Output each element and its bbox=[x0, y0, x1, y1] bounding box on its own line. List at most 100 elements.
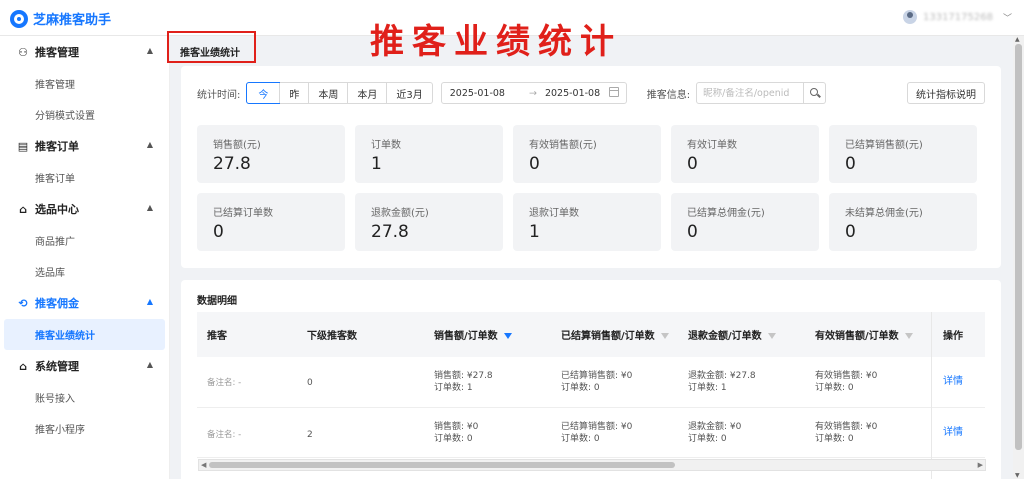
stat-value: 1 bbox=[371, 154, 382, 174]
sidebar-group-commission[interactable]: ⟲ 推客佣金 ▲ bbox=[0, 287, 169, 319]
sidebar-group-system[interactable]: ⌂ 系统管理 ▲ bbox=[0, 350, 169, 382]
scrollbar-thumb[interactable] bbox=[1015, 44, 1022, 450]
stat-label: 退款金额(元) bbox=[371, 208, 429, 219]
stat-card-orders: 订单数 1 bbox=[355, 125, 503, 183]
cell-sub-count: 2 bbox=[307, 430, 313, 440]
date-range-picker[interactable]: 2025-01-08 → 2025-01-08 bbox=[440, 82, 627, 104]
scroll-left-icon[interactable]: ◀ bbox=[201, 461, 206, 469]
column-header-sub-count: 下级推客数 bbox=[307, 331, 357, 342]
order-icon: ▤ bbox=[17, 139, 29, 153]
app-title: 芝麻推客助手 bbox=[33, 13, 112, 28]
stat-label: 已结算销售额(元) bbox=[845, 140, 923, 151]
sidebar-group-label: 系统管理 bbox=[35, 360, 79, 373]
stat-label: 未结算总佣金(元) bbox=[845, 208, 923, 219]
period-this-week[interactable]: 本周 bbox=[308, 83, 347, 103]
chevron-down-icon[interactable]: ﹀ bbox=[1003, 11, 1012, 24]
chevron-up-icon: ▲ bbox=[146, 46, 153, 55]
sidebar-item-mini-program[interactable]: 推客小程序 bbox=[0, 413, 169, 444]
search-input[interactable] bbox=[703, 87, 800, 99]
stat-label: 已结算订单数 bbox=[213, 208, 273, 219]
stat-card-valid-orders: 有效订单数 0 bbox=[671, 125, 819, 183]
horizontal-scrollbar[interactable]: ◀ ▶ bbox=[198, 459, 986, 471]
sidebar-group-product-center[interactable]: ⌂ 选品中心 ▲ bbox=[0, 193, 169, 225]
calendar-icon bbox=[608, 87, 619, 97]
tuike-info-label: 推客信息: bbox=[646, 89, 691, 101]
metric-explain-button[interactable]: 统计指标说明 bbox=[907, 82, 985, 104]
period-selector: 今 昨 本周 本月 近3月 bbox=[246, 82, 433, 104]
cell-sales: 销售额: ¥27.8 订单数: 1 bbox=[434, 371, 493, 393]
avatar[interactable] bbox=[902, 10, 917, 24]
stat-card-refund-orders: 退款订单数 1 bbox=[513, 193, 661, 251]
stat-value: 0 bbox=[687, 154, 698, 174]
period-this-month[interactable]: 本月 bbox=[347, 83, 386, 103]
chevron-up-icon: ▲ bbox=[146, 360, 153, 369]
table-header: 推客 下级推客数 销售额/订单数 已结算销售额/订单数 退款金额/订单数 有效销… bbox=[197, 312, 985, 357]
stat-value: 27.8 bbox=[213, 154, 251, 174]
table-row: 备注名: - 2 销售额: ¥0 订单数: 0 已结算销售额: ¥0 订单数: 0 … bbox=[197, 408, 985, 458]
filter-icon[interactable] bbox=[767, 332, 776, 339]
stat-card-settled-orders: 已结算订单数 0 bbox=[197, 193, 345, 251]
stat-card-sales: 销售额(元) 27.8 bbox=[197, 125, 345, 183]
home-icon: ⌂ bbox=[19, 359, 27, 373]
date-separator: → bbox=[528, 87, 537, 99]
search-box bbox=[696, 82, 805, 104]
search-button[interactable] bbox=[804, 82, 827, 104]
stat-value: 0 bbox=[845, 222, 856, 242]
period-today[interactable]: 今 bbox=[246, 82, 281, 104]
stat-card-refund-amount: 退款金额(元) 27.8 bbox=[355, 193, 503, 251]
annotation-highlight-box bbox=[167, 31, 256, 63]
date-start[interactable]: 2025-01-08 bbox=[450, 88, 505, 99]
sidebar-item-product-library[interactable]: 选品库 bbox=[0, 256, 169, 287]
period-last-3-months[interactable]: 近3月 bbox=[386, 83, 431, 103]
stat-card-settled-commission: 已结算总佣金(元) 0 bbox=[671, 193, 819, 251]
cell-refund: 退款金额: ¥27.8 订单数: 1 bbox=[688, 371, 756, 393]
sidebar-item-distribution-settings[interactable]: 分销模式设置 bbox=[0, 99, 169, 130]
sidebar-group-label: 推客管理 bbox=[35, 46, 79, 59]
scrollbar-thumb[interactable] bbox=[209, 462, 675, 468]
scroll-down-icon[interactable]: ▼ bbox=[1015, 472, 1020, 479]
filter-icon[interactable] bbox=[904, 332, 913, 339]
column-header-settled: 已结算销售额/订单数 bbox=[561, 312, 669, 357]
cell-valid: 有效销售额: ¥0 订单数: 0 bbox=[815, 422, 878, 444]
stat-value: 0 bbox=[529, 154, 540, 174]
stat-value: 0 bbox=[213, 222, 224, 242]
sidebar-group-label: 选品中心 bbox=[35, 203, 79, 216]
app-logo[interactable]: 芝麻推客助手 bbox=[10, 9, 111, 28]
sidebar-item-performance-stats[interactable]: 推客业绩统计 bbox=[4, 319, 165, 350]
sidebar-item-account-access[interactable]: 账号接入 bbox=[0, 382, 169, 413]
vertical-scrollbar[interactable]: ▲ ▼ bbox=[1013, 36, 1024, 479]
stat-label: 已结算总佣金(元) bbox=[687, 208, 765, 219]
user-menu[interactable]: 13317175268 ﹀ bbox=[902, 10, 1012, 24]
sidebar-group-tuike-manage[interactable]: ⚇ 推客管理 ▲ bbox=[0, 36, 169, 68]
stat-value: 1 bbox=[529, 222, 540, 242]
stat-card-valid-sales: 有效销售额(元) 0 bbox=[513, 125, 661, 183]
sidebar-item-tuike-manage[interactable]: 推客管理 bbox=[0, 68, 169, 99]
cell-refund: 退款金额: ¥0 订单数: 0 bbox=[688, 422, 742, 444]
column-header-tuike: 推客 bbox=[207, 331, 227, 342]
time-label: 统计时间: bbox=[197, 89, 241, 101]
cell-settled: 已结算销售额: ¥0 订单数: 0 bbox=[561, 371, 633, 393]
stat-value: 27.8 bbox=[371, 222, 409, 242]
column-header-refund: 退款金额/订单数 bbox=[688, 312, 776, 357]
stat-label: 退款订单数 bbox=[529, 208, 579, 219]
chevron-up-icon: ▲ bbox=[146, 140, 153, 149]
scroll-up-icon[interactable]: ▲ bbox=[1015, 36, 1020, 43]
sidebar-item-product-promo[interactable]: 商品推广 bbox=[0, 225, 169, 256]
cell-tuike: 备注名: - bbox=[207, 430, 242, 440]
filter-icon[interactable] bbox=[660, 332, 669, 339]
period-yesterday[interactable]: 昨 bbox=[279, 83, 308, 103]
logo-icon bbox=[10, 9, 28, 28]
cell-valid: 有效销售额: ¥0 订单数: 0 bbox=[815, 371, 878, 393]
stat-label: 有效订单数 bbox=[687, 140, 737, 151]
date-end[interactable]: 2025-01-08 bbox=[545, 88, 600, 99]
sidebar-group-tuike-orders[interactable]: ▤ 推客订单 ▲ bbox=[0, 130, 169, 162]
scroll-right-icon[interactable]: ▶ bbox=[978, 461, 983, 469]
sidebar-item-tuike-orders[interactable]: 推客订单 bbox=[0, 162, 169, 193]
commission-icon: ⟲ bbox=[18, 296, 28, 310]
filter-icon[interactable] bbox=[503, 332, 512, 339]
filter-bar: 统计时间: 今 昨 本周 本月 近3月 2025-01-08 → 2025-01… bbox=[197, 82, 827, 104]
stat-value: 0 bbox=[687, 222, 698, 242]
cell-settled: 已结算销售额: ¥0 订单数: 0 bbox=[561, 422, 633, 444]
sidebar-group-label: 推客佣金 bbox=[35, 297, 79, 310]
column-header-valid: 有效销售额/订单数 bbox=[815, 312, 913, 357]
